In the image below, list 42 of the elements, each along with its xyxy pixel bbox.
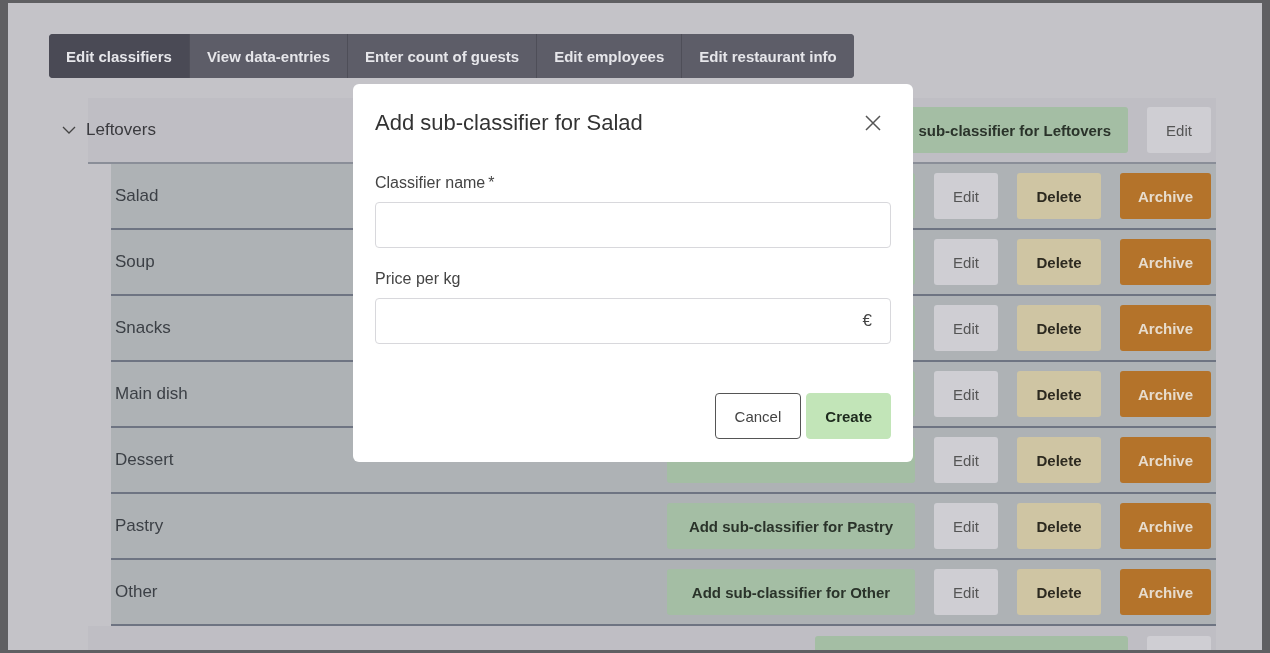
required-mark: *	[488, 174, 495, 191]
tab[interactable]: Edit classifiers	[49, 34, 190, 78]
archive-button[interactable]: Archive	[1120, 437, 1211, 483]
archive-button[interactable]: Archive	[1120, 173, 1211, 219]
close-icon[interactable]	[865, 115, 881, 131]
classifier-name: Snacks	[114, 318, 171, 338]
classifier-name: Soup	[114, 252, 155, 272]
delete-button[interactable]: Delete	[1017, 305, 1101, 351]
field-label: Classifier name	[375, 174, 486, 191]
delete-button[interactable]: Delete	[1017, 569, 1101, 615]
edit-button[interactable]: Edit	[934, 569, 998, 615]
dialog-title: Add sub-classifier for Salad	[375, 110, 643, 136]
classifier-name: Leftovers	[86, 120, 156, 140]
delete-button[interactable]: Delete	[1017, 371, 1101, 417]
classifier-name: Dessert	[114, 450, 174, 470]
archive-button[interactable]: Archive	[1120, 569, 1211, 615]
archive-button[interactable]: Archive	[1120, 371, 1211, 417]
edit-button[interactable]: Edit	[934, 239, 998, 285]
input-field[interactable]	[375, 202, 891, 248]
delete-button[interactable]: Delete	[1017, 437, 1101, 483]
field-label: Price per kg	[375, 270, 461, 287]
delete-button[interactable]: Delete	[1017, 239, 1101, 285]
edit-button[interactable]: Edit	[934, 371, 998, 417]
add-sub-classifier-button[interactable]: Add sub-classifier for Pastry	[667, 503, 915, 549]
edit-button[interactable]: Edit	[934, 173, 998, 219]
edit-button[interactable]: Edit	[1147, 107, 1211, 153]
input-field[interactable]: €	[375, 298, 891, 344]
classifier-name: Salad	[114, 186, 159, 206]
archive-button[interactable]: Archive	[1120, 305, 1211, 351]
delete-button[interactable]: Delete	[1017, 503, 1101, 549]
edit-button[interactable]: Edit	[934, 305, 998, 351]
classifier-name: Pastry	[114, 516, 164, 536]
archive-button[interactable]: Archive	[1120, 503, 1211, 549]
edit-button[interactable]: Edit	[934, 503, 998, 549]
delete-button[interactable]: Delete	[1017, 173, 1101, 219]
classifier-name: Other	[114, 582, 158, 602]
edit-button[interactable]: Edit	[934, 437, 998, 483]
classifier-name: Main dish	[114, 384, 188, 404]
add-sub-classifier-button[interactable]: Add sub-classifier for Other	[667, 569, 915, 615]
cancel-button[interactable]: Cancel	[714, 393, 802, 439]
create-button[interactable]: Create	[806, 393, 891, 439]
archive-button[interactable]: Archive	[1120, 239, 1211, 285]
